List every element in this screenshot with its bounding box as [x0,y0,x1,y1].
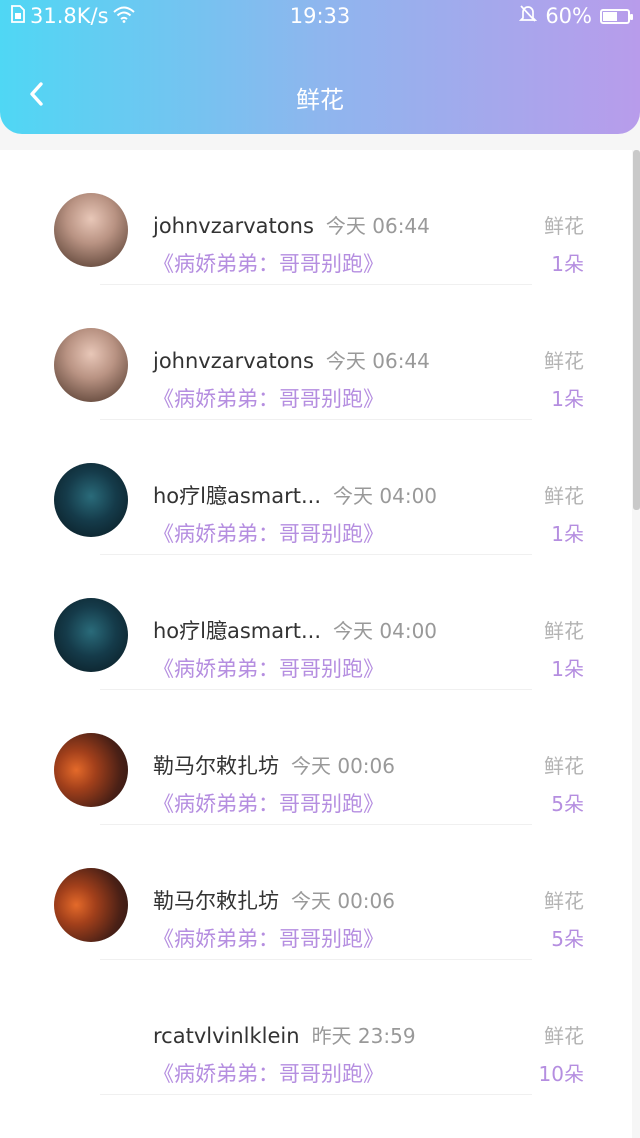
book-title[interactable]: 《病娇弟弟：哥哥别跑》 [153,248,384,278]
record-row[interactable]: ho疗l臆asmart... 今天 04:00 《病娇弟弟：哥哥别跑》 鲜花 1朵 [0,420,632,555]
book-title[interactable]: 《病娇弟弟：哥哥别跑》 [153,518,384,548]
header: 31.8K/s 19:33 60% 鲜花 [0,0,640,134]
battery-icon [600,8,633,24]
user-name[interactable]: ho疗l臆asmart... [153,484,321,508]
record-row[interactable]: 勒马尔敕扎坊 今天 00:06 《病娇弟弟：哥哥别跑》 鲜花 5朵 [0,690,632,825]
user-name[interactable]: johnvzarvatons [153,214,314,238]
gift-type: 鲜花 [544,754,584,778]
record-row[interactable]: johnvzarvatons 今天 06:44 《病娇弟弟：哥哥别跑》 鲜花 1朵 [0,150,632,285]
record-row[interactable]: rcatvlvinlklein 昨天 23:59 《病娇弟弟：哥哥别跑》 鲜花 1… [0,960,632,1095]
record-time: 今天 06:44 [325,349,430,373]
page-title: 鲜花 [296,86,344,114]
user-name[interactable]: rcatvlvinlklein [153,1024,300,1048]
avatar[interactable] [54,193,128,267]
book-title[interactable]: 《病娇弟弟：哥哥别跑》 [153,923,384,953]
user-name[interactable]: 勒马尔敕扎坊 [153,754,279,778]
avatar[interactable] [54,733,128,807]
avatar[interactable] [54,868,128,942]
divider [100,1094,532,1095]
gift-type: 鲜花 [544,619,584,643]
gift-count: 5朵 [551,792,584,816]
battery-percent: 60% [545,4,592,28]
book-title[interactable]: 《病娇弟弟：哥哥别跑》 [153,653,384,683]
bell-muted-icon [519,4,538,28]
gift-type: 鲜花 [544,349,584,373]
gift-count: 1朵 [551,387,584,411]
record-time: 今天 00:06 [291,754,395,778]
avatar[interactable] [54,1003,128,1077]
record-time: 昨天 23:59 [311,1024,416,1048]
battery-level [603,11,617,21]
book-title[interactable]: 《病娇弟弟：哥哥别跑》 [153,383,384,413]
gift-type: 鲜花 [544,484,584,508]
gift-count: 1朵 [551,657,584,681]
gift-count: 10朵 [538,1062,584,1086]
record-row[interactable]: ho疗l臆asmart... 今天 04:00 《病娇弟弟：哥哥别跑》 鲜花 1朵 [0,555,632,690]
record-time: 今天 00:06 [291,889,395,913]
avatar[interactable] [54,463,128,537]
book-title[interactable]: 《病娇弟弟：哥哥别跑》 [153,1058,384,1088]
gift-type: 鲜花 [544,889,584,913]
gift-count: 5朵 [551,927,584,951]
record-row[interactable]: 勒马尔敕扎坊 今天 00:06 《病娇弟弟：哥哥别跑》 鲜花 5朵 [0,825,632,960]
gift-type: 鲜花 [544,1024,584,1048]
record-time: 今天 04:00 [333,619,438,643]
scrollbar[interactable] [633,150,640,510]
flower-record-list: johnvzarvatons 今天 06:44 《病娇弟弟：哥哥别跑》 鲜花 1朵… [0,150,632,1138]
record-row[interactable]: johnvzarvatons 今天 06:44 《病娇弟弟：哥哥别跑》 鲜花 1朵 [0,285,632,420]
avatar[interactable] [54,598,128,672]
user-name[interactable]: johnvzarvatons [153,349,314,373]
record-time: 今天 06:44 [325,214,430,238]
gift-type: 鲜花 [544,214,584,238]
avatar[interactable] [54,328,128,402]
gift-count: 1朵 [551,252,584,276]
status-bar: 31.8K/s 19:33 60% [0,0,640,34]
flower-records-screen: 31.8K/s 19:33 60% 鲜花 johnvzarvatons 今天 0… [0,0,640,1138]
record-time: 今天 04:00 [333,484,438,508]
user-name[interactable]: 勒马尔敕扎坊 [153,889,279,913]
book-title[interactable]: 《病娇弟弟：哥哥别跑》 [153,788,384,818]
user-name[interactable]: ho疗l臆asmart... [153,619,321,643]
gift-count: 1朵 [551,522,584,546]
